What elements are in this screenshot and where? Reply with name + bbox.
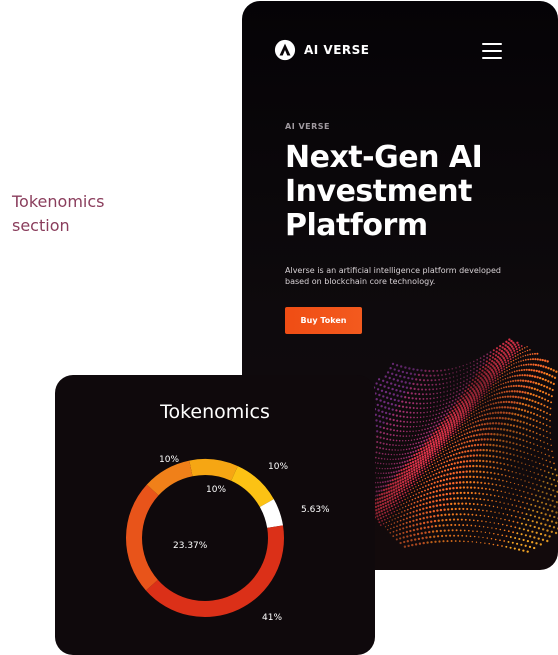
aiverse-logo-icon — [274, 39, 296, 61]
slice-label-1: 10% — [268, 462, 288, 472]
donut-slice-3 — [145, 525, 285, 617]
brand-logo[interactable]: AI VERSE — [274, 39, 370, 61]
donut-slice-4 — [125, 484, 159, 591]
hamburger-menu-icon[interactable] — [482, 43, 502, 59]
donut-slice-1 — [231, 466, 274, 508]
brand-name: AI VERSE — [304, 43, 370, 57]
hero-headline: Next-Gen AI Investment Platform — [285, 140, 483, 243]
slice-label-0: 10% — [159, 455, 179, 465]
slice-label-5: 10% — [206, 485, 226, 495]
hero-description: Alverse is an artificial intelligence pl… — [285, 266, 501, 286]
tokenomics-donut-chart: 10% 10% 5.63% 41% 23.37% 10% — [125, 455, 330, 623]
slice-label-2: 5.63% — [301, 505, 330, 515]
slice-label-4: 23.37% — [173, 541, 208, 551]
donut-slice-5 — [146, 460, 193, 496]
tokenomics-card: Tokenomics 10% 10% 5.63% 41% 23.37% 10% — [55, 375, 375, 655]
donut-slice-0 — [189, 459, 238, 481]
slice-label-3: 41% — [262, 613, 282, 623]
particle-dots — [358, 338, 558, 553]
hero-eyebrow: AI VERSE — [285, 122, 330, 131]
section-caption: Tokenomics section — [12, 192, 105, 235]
buy-token-button[interactable]: Buy Token — [285, 307, 362, 334]
